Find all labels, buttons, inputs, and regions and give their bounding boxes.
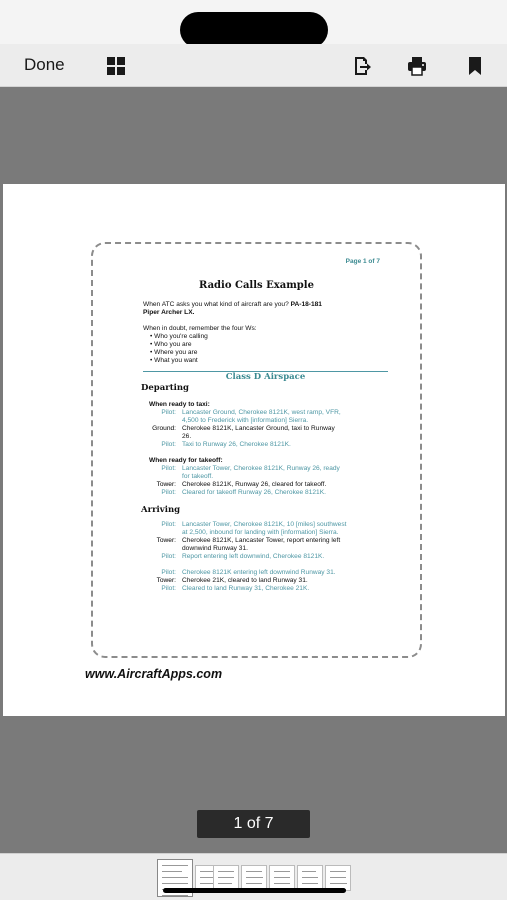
role-label: Tower: (156, 577, 176, 584)
call-text: Cherokee 8121K, Runway 26, cleared for t… (182, 481, 327, 488)
role-label: Ground: (152, 425, 176, 432)
role-label: Pilot: (161, 569, 176, 576)
print-icon[interactable] (407, 56, 427, 76)
call-text: Cleared for takeoff Runway 26, Cherokee … (182, 489, 326, 496)
call-text: Cherokee 8121K, Lancaster Ground, taxi t… (182, 425, 335, 432)
call-text: Cherokee 21K, cleared to land Runway 31. (182, 577, 308, 584)
departing-heading: Departing (141, 383, 189, 393)
call-text: Report entering left downwind, Cherokee … (182, 553, 325, 560)
call-text: 26. (182, 433, 192, 440)
done-button[interactable]: Done (24, 55, 65, 75)
grid-view-icon[interactable] (106, 56, 126, 76)
list-item: • Who you're calling (150, 333, 208, 340)
taxi-heading: When ready to taxi: (149, 401, 210, 408)
document-card: Page 1 of 7 Radio Calls Example When ATC… (91, 242, 422, 658)
page-indicator: 1 of 7 (197, 810, 310, 838)
export-icon[interactable] (352, 56, 372, 76)
doubt-line: When in doubt, remember the four Ws: (143, 325, 257, 332)
call-text: Taxi to Runway 26, Cherokee 8121K. (182, 441, 291, 448)
call-text: 4,500 to Frederick with [information] Si… (182, 417, 309, 424)
list-item: • What you want (150, 357, 198, 364)
status-bar (0, 0, 507, 48)
intro-line: When ATC asks you what kind of aircraft … (143, 301, 322, 308)
home-indicator (163, 888, 346, 893)
role-label: Pilot: (161, 409, 176, 416)
takeoff-heading: When ready for takeoff: (149, 457, 223, 464)
website-watermark: www.AircraftApps.com (85, 667, 223, 681)
page-number-label: Page 1 of 7 (345, 258, 380, 265)
call-text: Cherokee 8121K, Lancaster Tower, report … (182, 537, 341, 544)
role-label: Pilot: (161, 553, 176, 560)
role-label: Pilot: (161, 521, 176, 528)
intro-aircraft: Piper Archer LX. (143, 309, 195, 316)
call-text: Lancaster Tower, Cherokee 8121K, Runway … (182, 465, 340, 472)
dynamic-island (180, 12, 328, 48)
role-label: Pilot: (161, 465, 176, 472)
call-text: for takeoff. (182, 473, 214, 480)
list-item: • Who you are (150, 341, 192, 348)
call-text: Cherokee 8121K entering left downwind Ru… (182, 569, 336, 576)
document-page[interactable]: Page 1 of 7 Radio Calls Example When ATC… (3, 184, 505, 716)
toolbar: Done (0, 44, 507, 87)
thumbnail-strip (0, 853, 507, 900)
call-text: Lancaster Tower, Cherokee 8121K, 10 [mil… (182, 521, 347, 528)
document-title: Radio Calls Example (199, 280, 314, 291)
call-text: downwind Runway 31. (182, 545, 248, 552)
role-label: Pilot: (161, 585, 176, 592)
role-label: Pilot: (161, 441, 176, 448)
class-d-heading: Class D Airspace (225, 372, 306, 382)
list-item: • Where you are (150, 349, 198, 356)
role-label: Tower: (156, 481, 176, 488)
arriving-heading: Arriving (141, 505, 181, 515)
bookmark-icon[interactable] (465, 56, 485, 76)
role-label: Tower: (156, 537, 176, 544)
role-label: Pilot: (161, 489, 176, 496)
call-text: Lancaster Ground, Cherokee 8121K, west r… (182, 409, 341, 416)
call-text: at 2,500, inbound for landing with [info… (182, 529, 339, 536)
call-text: Cleared to land Runway 31, Cherokee 21K. (182, 585, 310, 592)
